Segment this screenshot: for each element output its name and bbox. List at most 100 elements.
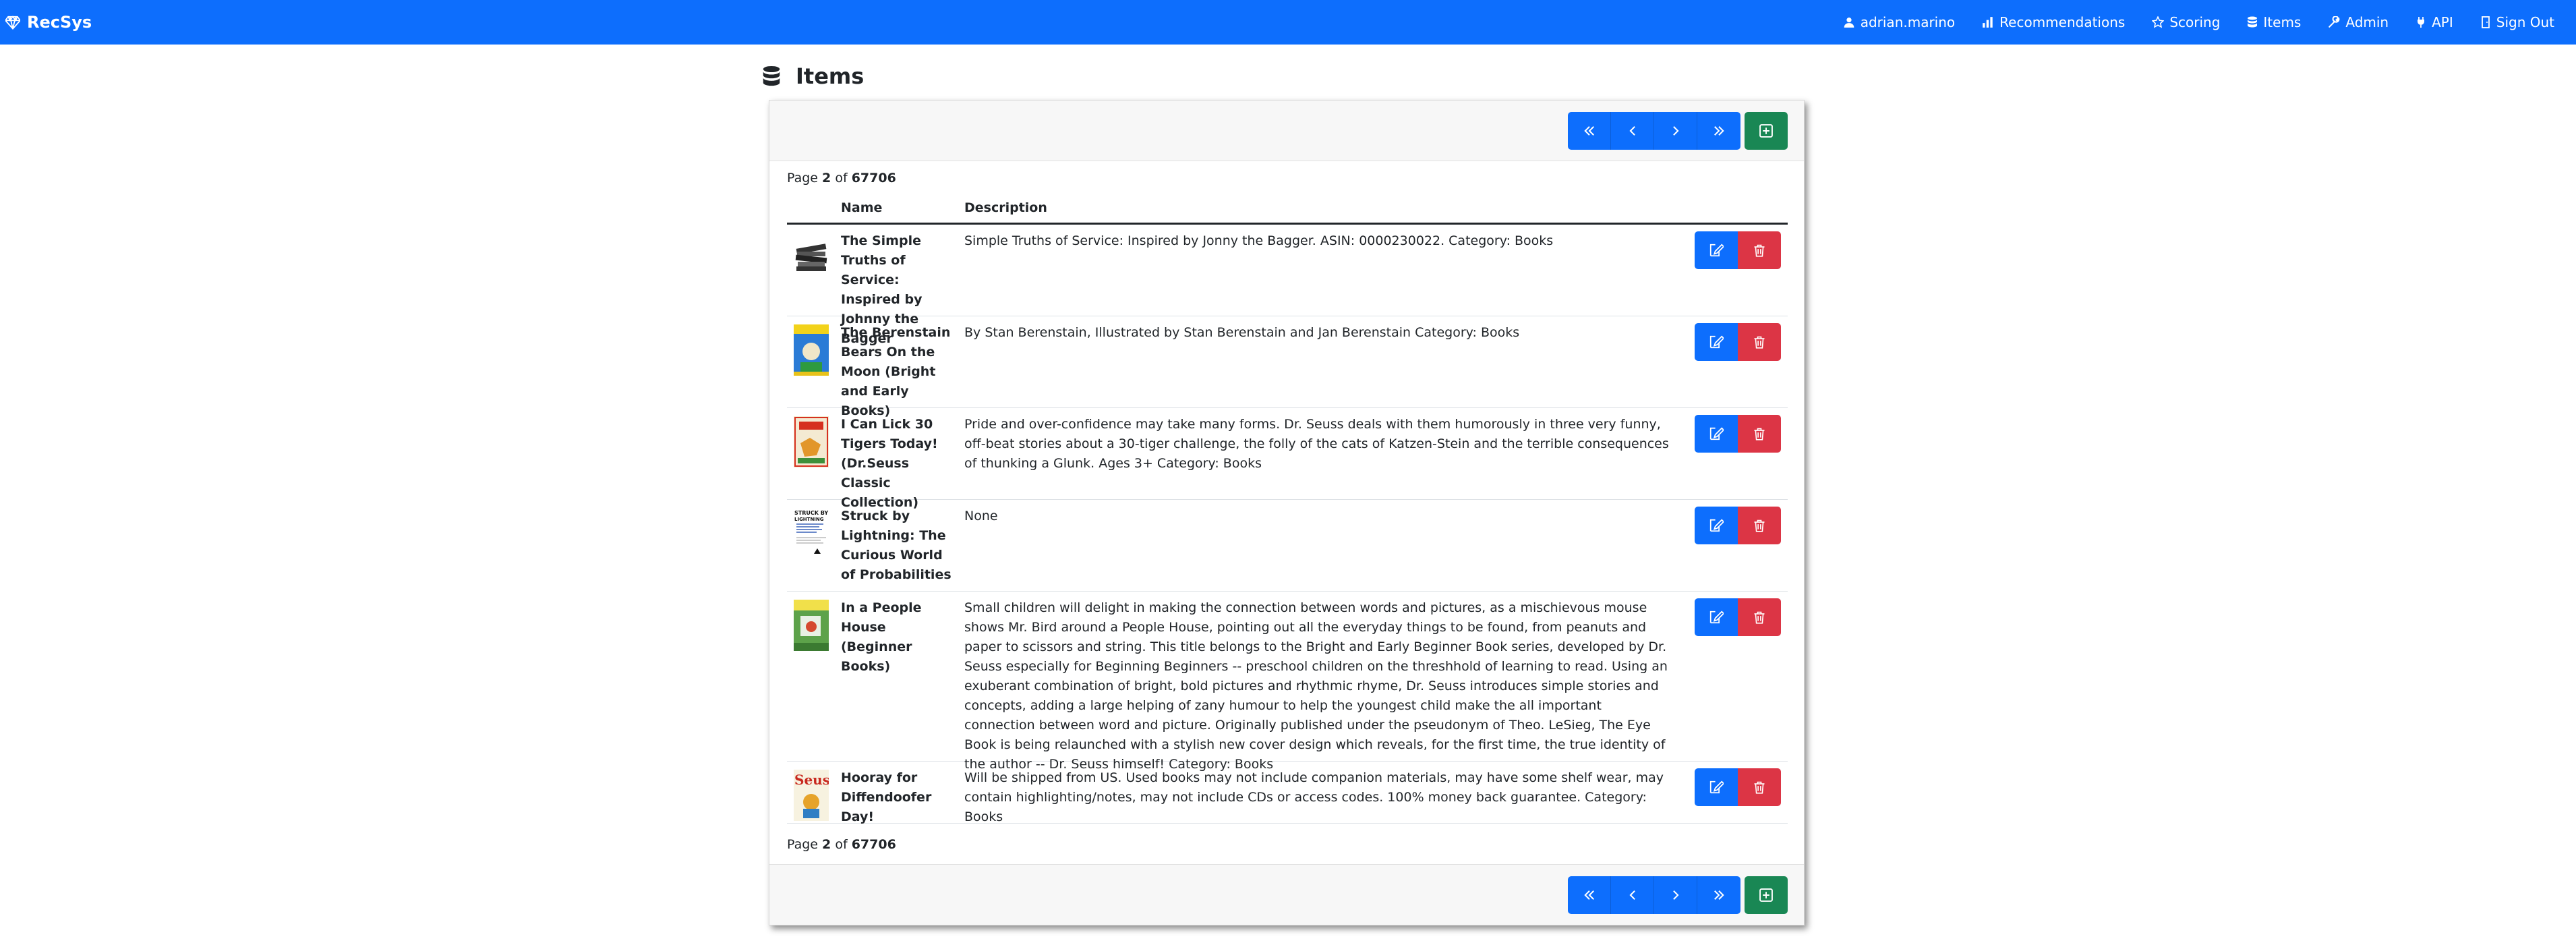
navbar: RecSys adrian.marino Recommendations Sco… bbox=[0, 0, 2576, 45]
pagination-bottom bbox=[1568, 876, 1740, 914]
prev-page-button[interactable] bbox=[1611, 111, 1654, 150]
row-actions bbox=[1695, 507, 1781, 544]
delete-button[interactable] bbox=[1738, 507, 1781, 544]
delete-button[interactable] bbox=[1738, 598, 1781, 636]
item-name: The Berenstain Bears On the Moon (Bright… bbox=[841, 325, 951, 418]
svg-text:Seuss: Seuss bbox=[794, 772, 829, 788]
edit-icon bbox=[1709, 335, 1724, 349]
item-thumbnail bbox=[794, 324, 829, 376]
user-icon bbox=[1844, 18, 1854, 28]
page-info-top: Page 2 of 67706 bbox=[787, 171, 896, 185]
pagination-top bbox=[1568, 111, 1740, 150]
nav-scoring[interactable]: Scoring bbox=[2138, 0, 2233, 45]
svg-text:STRUCK BY: STRUCK BY bbox=[794, 510, 828, 516]
trash-icon bbox=[1754, 519, 1765, 532]
delete-button[interactable] bbox=[1738, 768, 1781, 806]
item-description: Simple Truths of Service: Inspired by Jo… bbox=[964, 233, 1554, 248]
item-name: I Can Lick 30 Tigers Today! (Dr.Seuss Cl… bbox=[841, 417, 938, 510]
edit-button[interactable] bbox=[1695, 415, 1738, 453]
nav-sign-out-label: Sign Out bbox=[2496, 14, 2554, 30]
add-item-button[interactable] bbox=[1745, 876, 1788, 914]
nav-admin-label: Admin bbox=[2345, 14, 2389, 30]
page-info-prefix: Page bbox=[787, 171, 818, 185]
last-page-button[interactable] bbox=[1697, 876, 1740, 914]
plus-square-icon bbox=[1759, 888, 1773, 902]
door-icon bbox=[2481, 16, 2490, 28]
table-row: In a People House (Beginner Books) Small… bbox=[787, 592, 1788, 772]
chevron-double-left-icon bbox=[1583, 890, 1594, 900]
brand[interactable]: RecSys bbox=[5, 13, 92, 32]
delete-button[interactable] bbox=[1738, 415, 1781, 453]
first-page-button[interactable] bbox=[1568, 876, 1611, 914]
page-info-of: of bbox=[835, 837, 848, 852]
database-icon bbox=[2248, 16, 2258, 28]
delete-button[interactable] bbox=[1738, 231, 1781, 269]
item-thumbnail bbox=[794, 233, 829, 284]
chevron-left-icon bbox=[1629, 125, 1635, 136]
nav-sign-out[interactable]: Sign Out bbox=[2467, 0, 2568, 45]
item-name: In a People House (Beginner Books) bbox=[841, 600, 922, 674]
trash-icon bbox=[1754, 781, 1765, 794]
nav-scoring-label: Scoring bbox=[2169, 14, 2221, 30]
edit-icon bbox=[1709, 244, 1724, 257]
item-thumbnail: Seuss bbox=[794, 770, 829, 821]
edit-button[interactable] bbox=[1695, 598, 1738, 636]
column-header-name: Name bbox=[841, 200, 883, 215]
prev-page-button[interactable] bbox=[1611, 876, 1654, 914]
row-actions bbox=[1695, 415, 1781, 453]
row-actions bbox=[1695, 768, 1781, 806]
page-info-of: of bbox=[835, 171, 848, 185]
plug-icon bbox=[2418, 17, 2425, 28]
table-row: The Simple Truths of Service: Inspired b… bbox=[787, 225, 1788, 346]
first-page-button[interactable] bbox=[1568, 111, 1611, 150]
nav-recommendations[interactable]: Recommendations bbox=[1968, 0, 2138, 45]
bar-chart-icon bbox=[1983, 17, 1993, 28]
next-page-button[interactable] bbox=[1654, 876, 1697, 914]
nav-api[interactable]: API bbox=[2402, 0, 2467, 45]
nav-items[interactable]: Items bbox=[2233, 0, 2314, 45]
edit-button[interactable] bbox=[1695, 231, 1738, 269]
nav-recommendations-label: Recommendations bbox=[1999, 14, 2126, 30]
chevron-left-icon bbox=[1629, 890, 1635, 900]
trash-icon bbox=[1754, 611, 1765, 624]
row-actions bbox=[1695, 231, 1781, 269]
row-actions bbox=[1695, 598, 1781, 636]
edit-button[interactable] bbox=[1695, 323, 1738, 361]
chevron-double-right-icon bbox=[1714, 890, 1724, 900]
row-actions bbox=[1695, 323, 1781, 361]
table-row: I Can Lick 30 Tigers Today! (Dr.Seuss Cl… bbox=[787, 408, 1788, 510]
table-header: Name Description bbox=[787, 195, 1788, 225]
next-page-button[interactable] bbox=[1654, 111, 1697, 150]
nav-links: adrian.marino Recommendations Scoring It… bbox=[1829, 0, 2568, 45]
page-current: 2 bbox=[822, 837, 831, 852]
edit-icon bbox=[1709, 780, 1724, 794]
plus-square-icon bbox=[1759, 123, 1773, 138]
item-description: Small children will delight in making th… bbox=[964, 600, 1668, 772]
delete-button[interactable] bbox=[1738, 323, 1781, 361]
items-card: Page 2 of 67706 Name Description The Sim… bbox=[769, 100, 1805, 925]
item-thumbnail bbox=[794, 600, 829, 651]
trash-icon bbox=[1754, 428, 1765, 440]
card-header bbox=[769, 101, 1804, 161]
item-name: Struck by Lightning: The Curious World o… bbox=[841, 509, 952, 582]
item-description: Will be shipped from US. Used books may … bbox=[964, 770, 1664, 824]
wrench-icon bbox=[2329, 16, 2340, 28]
page-info-prefix: Page bbox=[787, 837, 818, 852]
gem-icon bbox=[5, 16, 20, 30]
star-icon bbox=[2152, 16, 2165, 28]
add-item-button[interactable] bbox=[1745, 111, 1788, 150]
nav-admin[interactable]: Admin bbox=[2314, 0, 2402, 45]
edit-button[interactable] bbox=[1695, 507, 1738, 544]
item-thumbnail bbox=[794, 416, 829, 467]
chevron-double-left-icon bbox=[1583, 125, 1594, 136]
trash-icon bbox=[1754, 244, 1765, 257]
nav-user[interactable]: adrian.marino bbox=[1829, 0, 1968, 45]
page-current: 2 bbox=[822, 171, 831, 185]
brand-name: RecSys bbox=[27, 13, 92, 32]
item-description: Pride and over-confidence may take many … bbox=[964, 417, 1669, 471]
item-name: Hooray for Diffendoofer Day! bbox=[841, 770, 932, 824]
edit-button[interactable] bbox=[1695, 768, 1738, 806]
page-header: Items bbox=[762, 63, 864, 89]
trash-icon bbox=[1754, 336, 1765, 349]
last-page-button[interactable] bbox=[1697, 111, 1740, 150]
